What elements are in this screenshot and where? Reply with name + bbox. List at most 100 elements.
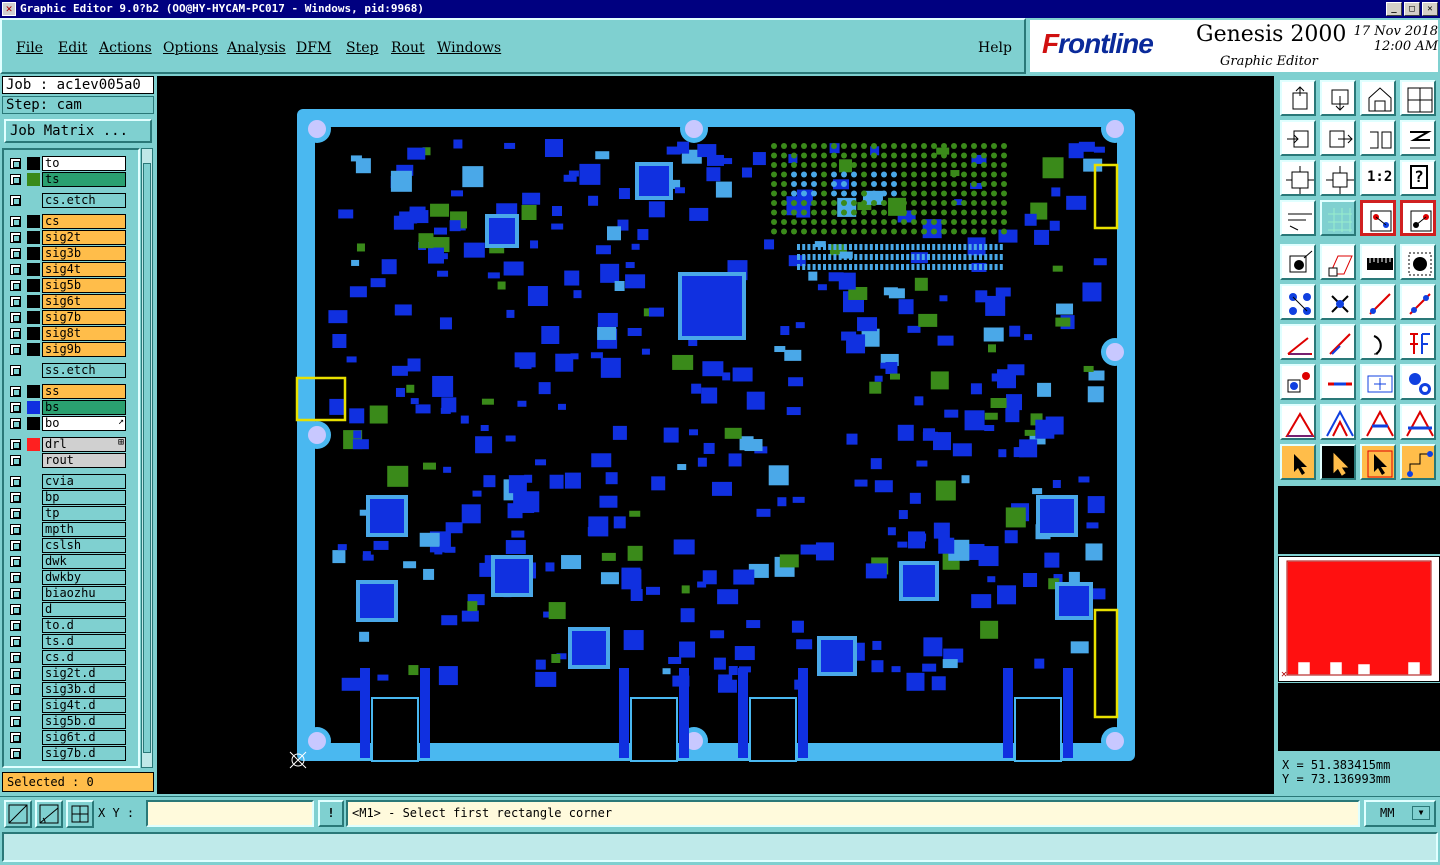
layer-checkbox[interactable] xyxy=(10,556,21,567)
tool-export-button[interactable] xyxy=(1320,80,1356,116)
layer-name[interactable]: bp xyxy=(42,490,126,505)
layer-checkbox[interactable] xyxy=(10,588,21,599)
layer-color-swatch[interactable] xyxy=(27,247,40,260)
layer-name[interactable]: sig4t xyxy=(42,262,126,277)
layer-checkbox[interactable] xyxy=(10,748,21,759)
tool-step-in-button[interactable] xyxy=(1280,120,1316,156)
close-button[interactable]: ✕ xyxy=(1422,2,1438,16)
app-icon[interactable]: ✕ xyxy=(2,2,16,16)
tool-shape-button[interactable] xyxy=(1320,244,1356,280)
layer-name[interactable]: bo xyxy=(42,416,126,431)
menu-windows[interactable]: Windows xyxy=(437,40,501,56)
menu-options[interactable]: Options xyxy=(163,40,218,56)
layer-row-biaozhu[interactable]: biaozhu xyxy=(8,586,128,601)
layer-row-cs-d[interactable]: cs.d xyxy=(8,650,128,665)
layer-name[interactable]: tp xyxy=(42,506,126,521)
menu-file[interactable]: File xyxy=(16,40,43,56)
layer-row-sig4t-d[interactable]: sig4t.d xyxy=(8,698,128,713)
layer-color-swatch[interactable] xyxy=(27,215,40,228)
layer-row-sig9b[interactable]: sig9b xyxy=(8,342,128,357)
layer-row-sig5b-d[interactable]: sig5b.d xyxy=(8,714,128,729)
layer-row-to-d[interactable]: to.d xyxy=(8,618,128,633)
layer-name[interactable]: sig7b.d xyxy=(42,746,126,761)
layer-color-swatch[interactable] xyxy=(27,635,40,648)
layer-color-swatch[interactable] xyxy=(27,619,40,632)
tool-triangle-bar-button[interactable] xyxy=(1360,404,1396,440)
layer-checkbox[interactable] xyxy=(10,492,21,503)
tool-zoom-button[interactable] xyxy=(1320,160,1356,196)
layer-checkbox[interactable] xyxy=(10,386,21,397)
layer-checkbox[interactable] xyxy=(10,636,21,647)
layer-row-dwk[interactable]: dwk xyxy=(8,554,128,569)
layer-color-swatch[interactable] xyxy=(27,327,40,340)
layer-color-swatch[interactable] xyxy=(27,173,40,186)
layer-name[interactable]: sig7b xyxy=(42,310,126,325)
layer-row-sig3b-d[interactable]: sig3b.d xyxy=(8,682,128,697)
tool-triangle-button[interactable] xyxy=(1280,404,1316,440)
layer-row-bo[interactable]: bo ↗ xyxy=(8,416,128,431)
layer-row-cs[interactable]: cs xyxy=(8,214,128,229)
layer-name[interactable]: cvia xyxy=(42,474,126,489)
layer-color-swatch[interactable] xyxy=(27,263,40,276)
layer-checkbox[interactable] xyxy=(10,439,21,450)
layer-name[interactable]: rout xyxy=(42,453,126,468)
layer-checkbox[interactable] xyxy=(10,572,21,583)
layer-row-cvia[interactable]: cvia xyxy=(8,474,128,489)
layer-row-sig4t[interactable]: sig4t xyxy=(8,262,128,277)
layer-name[interactable]: sig6t xyxy=(42,294,126,309)
layer-checkbox[interactable] xyxy=(10,195,21,206)
tool-line-button[interactable] xyxy=(1360,284,1396,320)
tool-triangle-filled-button[interactable] xyxy=(1400,404,1436,440)
layer-color-swatch[interactable] xyxy=(27,491,40,504)
tool-arc-button[interactable] xyxy=(1360,324,1396,360)
layer-color-swatch[interactable] xyxy=(27,555,40,568)
layer-scrollbar[interactable] xyxy=(141,148,153,768)
tool-text-button[interactable] xyxy=(1400,324,1436,360)
layer-checkbox[interactable] xyxy=(10,455,21,466)
layer-row-sig7b[interactable]: sig7b xyxy=(8,310,128,325)
menu-rout[interactable]: Rout xyxy=(391,40,425,56)
layer-name[interactable]: dwkby xyxy=(42,570,126,585)
layer-checkbox[interactable] xyxy=(10,476,21,487)
tool-layers-alt-button[interactable] xyxy=(1400,200,1436,236)
layer-name[interactable]: sig9b xyxy=(42,342,126,357)
layer-checkbox[interactable] xyxy=(10,312,21,323)
layer-color-swatch[interactable] xyxy=(27,587,40,600)
layer-color-swatch[interactable] xyxy=(27,651,40,664)
layer-row-to[interactable]: to xyxy=(8,156,128,171)
layer-name[interactable]: bs xyxy=(42,400,126,415)
pcb-board[interactable] xyxy=(157,76,1274,794)
layer-color-swatch[interactable] xyxy=(27,715,40,728)
layer-color-swatch[interactable] xyxy=(27,385,40,398)
layer-name[interactable]: sig2t xyxy=(42,230,126,245)
layer-name[interactable]: ts.d xyxy=(42,634,126,649)
tool-brush-button[interactable] xyxy=(1280,200,1316,236)
layer-name[interactable]: sig6t.d xyxy=(42,730,126,745)
grid-snap-button[interactable] xyxy=(66,800,94,828)
layer-checkbox[interactable] xyxy=(10,264,21,275)
layer-color-swatch[interactable] xyxy=(27,731,40,744)
layer-row-d[interactable]: d xyxy=(8,602,128,617)
layer-color-swatch[interactable] xyxy=(27,454,40,467)
layer-checkbox[interactable] xyxy=(10,508,21,519)
tool-angle-button[interactable] xyxy=(1280,324,1316,360)
layer-row-ts[interactable]: ts xyxy=(8,172,128,187)
tool-help-button[interactable]: ? xyxy=(1400,160,1436,196)
tool-flip-button[interactable] xyxy=(1360,120,1396,156)
layer-checkbox[interactable] xyxy=(10,296,21,307)
layer-checkbox[interactable] xyxy=(10,280,21,291)
graphic-canvas[interactable] xyxy=(157,76,1274,794)
layer-color-swatch[interactable] xyxy=(27,523,40,536)
menu-actions[interactable]: Actions xyxy=(99,40,152,56)
layer-name[interactable]: sig5b xyxy=(42,278,126,293)
layer-checkbox[interactable] xyxy=(10,328,21,339)
layer-color-swatch[interactable] xyxy=(27,747,40,760)
layer-color-swatch[interactable] xyxy=(27,475,40,488)
layer-row-sig3b[interactable]: sig3b xyxy=(8,246,128,261)
maximize-button[interactable]: □ xyxy=(1404,2,1420,16)
tool-fill-button[interactable] xyxy=(1280,244,1316,280)
layer-row-ts-d[interactable]: ts.d xyxy=(8,634,128,649)
menu-dfm[interactable]: DFM xyxy=(296,40,331,56)
layer-color-swatch[interactable] xyxy=(27,699,40,712)
tool-cross-button[interactable] xyxy=(1320,284,1356,320)
